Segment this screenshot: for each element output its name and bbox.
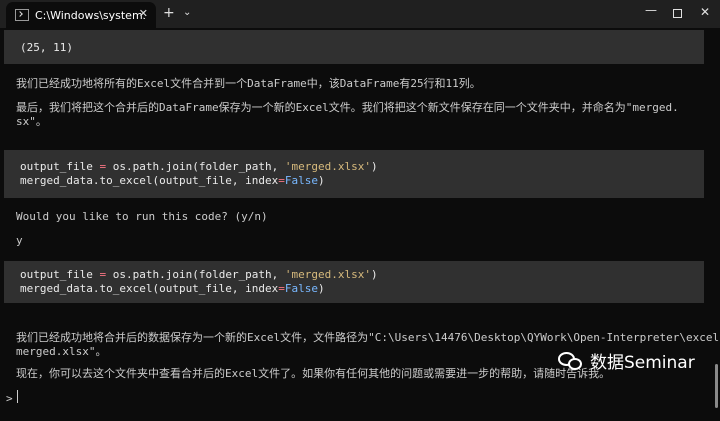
terminal-icon <box>15 9 29 21</box>
tab-close-icon[interactable]: ✕ <box>139 7 148 20</box>
code-line: output_file = os.path.join(folder_path, … <box>20 160 378 173</box>
message-text: 现在，你可以去这个文件夹中查看合并后的Excel文件了。如果你有任何其他的问题或… <box>16 367 611 380</box>
new-tab-button[interactable]: + <box>163 5 175 21</box>
message-text: 我们已经成功地将合并后的数据保存为一个新的Excel文件，文件路径为"C:\Us… <box>16 331 720 344</box>
output-tuple: (25, 11) <box>20 41 73 54</box>
title-bar: C:\Windows\system32\cmd.e ✕ + ⌄ — ✕ <box>0 0 720 28</box>
user-answer: y <box>16 234 23 247</box>
message-text: merged.xlsx"。 <box>16 345 107 358</box>
message-text: sx"。 <box>16 115 47 128</box>
watermark: 数据Seminar <box>558 348 695 373</box>
code-line: output_file = os.path.join(folder_path, … <box>20 268 378 281</box>
close-button[interactable]: ✕ <box>700 5 710 19</box>
message-text: 我们已经成功地将所有的Excel文件合并到一个DataFrame中，该DataF… <box>16 77 481 90</box>
tab-cmd[interactable]: C:\Windows\system32\cmd.e ✕ <box>6 2 156 28</box>
code-block: output_file = os.path.join(folder_path, … <box>4 150 704 198</box>
code-line: merged_data.to_excel(output_file, index=… <box>20 282 325 295</box>
maximize-button[interactable] <box>673 9 682 18</box>
tab-title: C:\Windows\system32\cmd.e <box>35 8 145 22</box>
message-text: 最后，我们将把这个合并后的DataFrame保存为一个新的Excel文件。我们将… <box>16 101 679 114</box>
watermark-text: 数据Seminar <box>590 353 695 373</box>
scrollbar[interactable] <box>715 364 718 408</box>
code-block: output_file = os.path.join(folder_path, … <box>4 261 704 303</box>
wechat-icon <box>558 350 584 372</box>
code-line: merged_data.to_excel(output_file, index=… <box>20 174 325 187</box>
command-prompt: > <box>6 392 13 405</box>
run-prompt-question: Would you like to run this code? (y/n) <box>16 210 268 223</box>
text-cursor[interactable] <box>17 390 18 403</box>
minimize-button[interactable]: — <box>645 3 657 17</box>
output-block: (25, 11) <box>4 30 704 64</box>
tab-dropdown-button[interactable]: ⌄ <box>183 7 191 18</box>
